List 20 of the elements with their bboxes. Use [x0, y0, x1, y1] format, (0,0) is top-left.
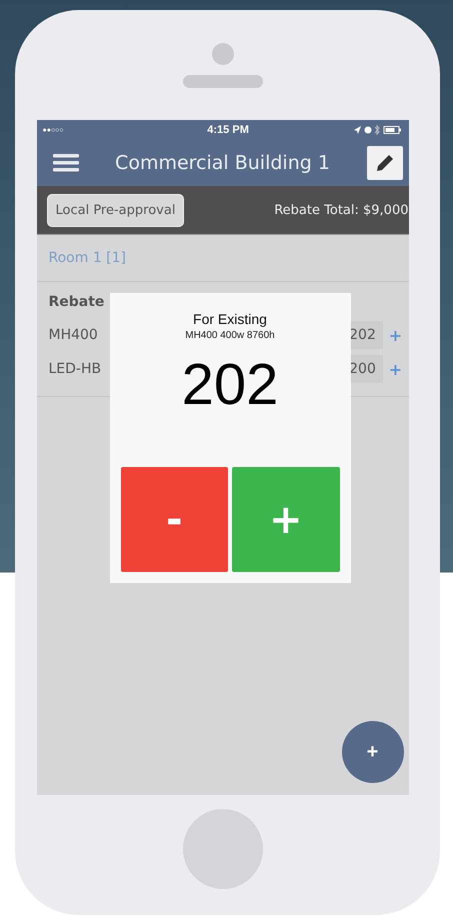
menu-icon[interactable] — [52, 153, 78, 173]
status-time: 4:15 PM — [207, 124, 249, 136]
increment-button[interactable]: + — [232, 467, 340, 572]
increment-button[interactable]: + — [382, 360, 408, 378]
dialog-title: For Existing — [193, 311, 267, 327]
screen-title: Commercial Building 1 — [114, 152, 331, 174]
camera-icon — [212, 42, 234, 64]
decrement-button[interactable]: - — [120, 467, 228, 572]
dialog-subtitle: MH400 400w 8760h — [185, 330, 275, 341]
speaker-icon — [182, 74, 262, 88]
rebate-label: Rebate — [48, 294, 106, 312]
fixture-name: MH400 — [48, 327, 98, 343]
edit-button[interactable] — [366, 146, 402, 180]
fixture-name: LED-HB — [48, 361, 102, 377]
status-icons — [352, 125, 402, 135]
add-button[interactable]: + — [342, 721, 404, 783]
quantity-value: 202 — [182, 351, 278, 418]
increment-button[interactable]: + — [382, 326, 408, 344]
rebate-total: Rebate Total: $9,000 — [274, 202, 408, 218]
pre-approval-button[interactable]: Local Pre-approval — [46, 194, 184, 226]
